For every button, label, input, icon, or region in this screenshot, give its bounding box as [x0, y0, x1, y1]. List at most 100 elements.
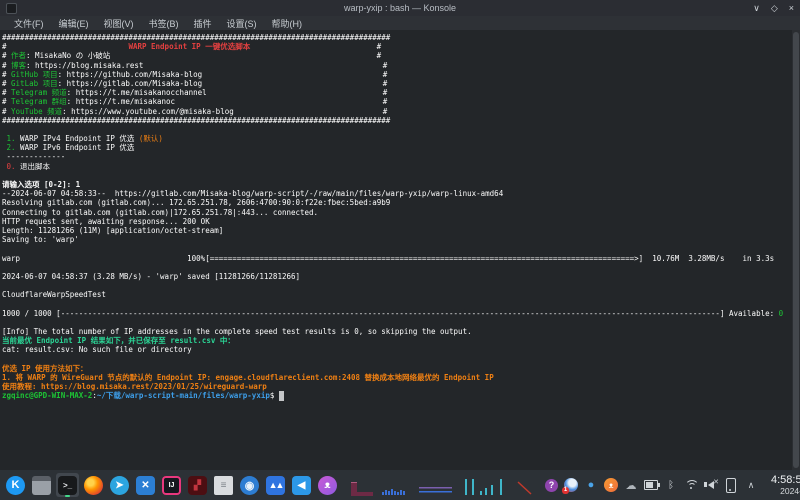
terminal-line: HTTP request sent, awaiting response... …: [2, 217, 792, 226]
terminal-line: Resolving gitlab.com (gitlab.com)... 172…: [2, 198, 792, 207]
terminal-line: # Telegram 频道: https://t.me/misakanoccha…: [2, 88, 792, 97]
scrollbar[interactable]: [792, 30, 800, 470]
terminal-line: [2, 244, 792, 253]
red-app-button[interactable]: ▞: [186, 473, 209, 497]
chevron-up-icon[interactable]: ∧: [744, 478, 758, 492]
menu-item-4[interactable]: 插件: [194, 17, 212, 30]
blue-dot-icon[interactable]: ●: [584, 478, 598, 492]
telegram-button[interactable]: ➤: [108, 473, 131, 497]
menu-item-0[interactable]: 文件(F): [14, 17, 44, 30]
terminal-line: # 作者: MisakaNo の 小破站 #: [2, 51, 792, 60]
menu-item-1[interactable]: 编辑(E): [59, 17, 89, 30]
bluetooth-icon[interactable]: ᛒ: [664, 478, 678, 492]
terminal-line: ########################################…: [2, 33, 792, 42]
terminal-line: 使用教程: https://blog.misaka.rest/2023/01/2…: [2, 382, 792, 391]
terminal-line: 2. WARP IPv6 Endpoint IP 优选: [2, 143, 792, 152]
terminal-line: [2, 355, 792, 364]
cpu-spikes-graph-icon: [460, 477, 510, 497]
system-monitor-widgets[interactable]: [350, 473, 534, 497]
menu-item-3[interactable]: 书签(B): [149, 17, 179, 30]
vscode-button[interactable]: ◀: [290, 473, 313, 497]
terminal-line: Length: 11281266 (11M) [application/octe…: [2, 226, 792, 235]
app-launcher-button[interactable]: K: [4, 473, 27, 497]
mountain-app-button[interactable]: ▲▲: [264, 473, 287, 497]
clock-time: 4:58:53 上午: [771, 475, 800, 486]
kde-launcher-icon: K: [6, 476, 25, 495]
terminal-line: # 博客: https://blog.misaka.rest #: [2, 61, 792, 70]
terminal-line: [2, 171, 792, 180]
terminal-line: cat: result.csv: No such file or directo…: [2, 345, 792, 354]
document-app-button[interactable]: ≡: [212, 473, 235, 497]
terminal-icon: >_: [58, 476, 77, 495]
title-bar[interactable]: warp-yxip : bash — Konsole ∨ ◇ ×: [0, 0, 800, 16]
file-manager-icon: [32, 476, 51, 495]
terminal-line: # GitLab 项目: https://gitlab.com/Misaka-b…: [2, 79, 792, 88]
intellij-button[interactable]: IJ: [160, 473, 183, 497]
maximize-icon[interactable]: ◇: [771, 0, 778, 16]
terminal-line: --2024-06-07 04:58:33-- https://gitlab.c…: [2, 189, 792, 198]
terminal-line: # WARP Endpoint IP 一键优选脚本 #: [2, 42, 792, 51]
mountain-icon: ▲▲: [266, 476, 285, 495]
terminal-line: [2, 318, 792, 327]
blue-sphere-app-button[interactable]: ◉: [238, 473, 261, 497]
terminal-line: 1. WARP IPv4 Endpoint IP 优选 (默认): [2, 134, 792, 143]
scrollbar-thumb[interactable]: [793, 32, 799, 468]
terminal-line: 优选 IP 使用方法如下：: [2, 364, 792, 373]
cloud-icon[interactable]: ☁: [624, 478, 638, 492]
notification-badge: 1: [562, 487, 569, 494]
help-icon[interactable]: ?: [545, 479, 558, 492]
kde-app-button[interactable]: ✕: [134, 473, 157, 497]
terminal-line: -------------: [2, 152, 792, 161]
terminal-line: # GitHub 项目: https://github.com/Misaka-b…: [2, 70, 792, 79]
konsole-task-button[interactable]: >_: [56, 473, 79, 497]
terminal-line: # YouTube 频道: https://www.youtube.com/@m…: [2, 107, 792, 116]
file-manager-button[interactable]: [30, 473, 53, 497]
taskbar: K >_ ➤ ✕ IJ ▞ ≡ ◉ ▲▲ ◀ ᴥ ? 1 ● ᴥ ☁ ᛒ ✕: [0, 470, 800, 500]
cat-app-icon: ᴥ: [318, 476, 337, 495]
terminal-line: ########################################…: [2, 116, 792, 125]
terminal-line: warp 100%[==============================…: [2, 254, 792, 263]
close-icon[interactable]: ×: [789, 0, 794, 16]
konsole-window-icon: [6, 3, 17, 14]
terminal-line: 1000 / 1000 [---------------------------…: [2, 309, 792, 318]
menu-item-6[interactable]: 帮助(H): [272, 17, 303, 30]
wifi-icon[interactable]: [684, 478, 698, 492]
minimize-icon[interactable]: ∨: [753, 0, 760, 16]
telegram-icon: ➤: [110, 476, 129, 495]
menu-item-5[interactable]: 设置(S): [227, 17, 257, 30]
system-tray: ? 1 ● ᴥ ☁ ᛒ ✕ ∧: [545, 478, 758, 492]
cat-app-button[interactable]: ᴥ: [316, 473, 339, 497]
vscode-icon: ◀: [292, 476, 311, 495]
battery-icon[interactable]: [644, 478, 658, 492]
red-app-icon: ▞: [188, 476, 207, 495]
terminal-line: 请输入选项 [0-2]: 1: [2, 180, 792, 189]
phone-icon[interactable]: [724, 478, 738, 492]
document-icon: ≡: [214, 476, 233, 495]
menu-item-2[interactable]: 视图(V): [104, 17, 134, 30]
terminal-line: [2, 281, 792, 290]
terminal-line: 2024-06-07 04:58:37 (3.28 MB/s) - 'warp'…: [2, 272, 792, 281]
terminal-line: # Telegram 群组: https://t.me/misakanoc #: [2, 97, 792, 106]
terminal-line: Connecting to gitlab.com (gitlab.com)|17…: [2, 208, 792, 217]
terminal-line: CloudflareWarpSpeedTest: [2, 290, 792, 299]
terminal-line: 1. 将 WARP 的 WireGuard 节点的默认的 Endpoint IP…: [2, 373, 792, 382]
memory-area-graph-icon: [350, 479, 374, 497]
clock-date: 2024-06-07: [771, 487, 800, 496]
volume-muted-icon[interactable]: ✕: [704, 478, 718, 492]
terminal-line: [2, 263, 792, 272]
terminal-line: [Info] The total number of IP addresses …: [2, 327, 792, 336]
messenger-icon[interactable]: 1: [564, 478, 578, 492]
window-title: warp-yxip : bash — Konsole: [0, 3, 800, 13]
firefox-button[interactable]: [82, 473, 105, 497]
terminal-line: [2, 299, 792, 308]
terminal-line: 当前最优 Endpoint IP 结果如下，并已保存至 result.csv 中…: [2, 336, 792, 345]
diagonal-pen-icon: [516, 479, 534, 497]
terminal-line: zgqinc@GPD-WIN-MAX-2:~/下载/warp-script-ma…: [2, 391, 792, 400]
clock-widget[interactable]: 4:58:53 上午 2024-06-07: [771, 475, 800, 496]
intellij-icon: IJ: [162, 476, 181, 495]
cat-tray-icon[interactable]: ᴥ: [604, 478, 618, 492]
terminal-line: 0. 退出脚本: [2, 162, 792, 171]
menu-bar: 文件(F) 编辑(E) 视图(V) 书签(B) 插件 设置(S) 帮助(H): [0, 16, 800, 30]
terminal-line: Saving to: 'warp': [2, 235, 792, 244]
terminal-output[interactable]: ########################################…: [0, 30, 792, 470]
